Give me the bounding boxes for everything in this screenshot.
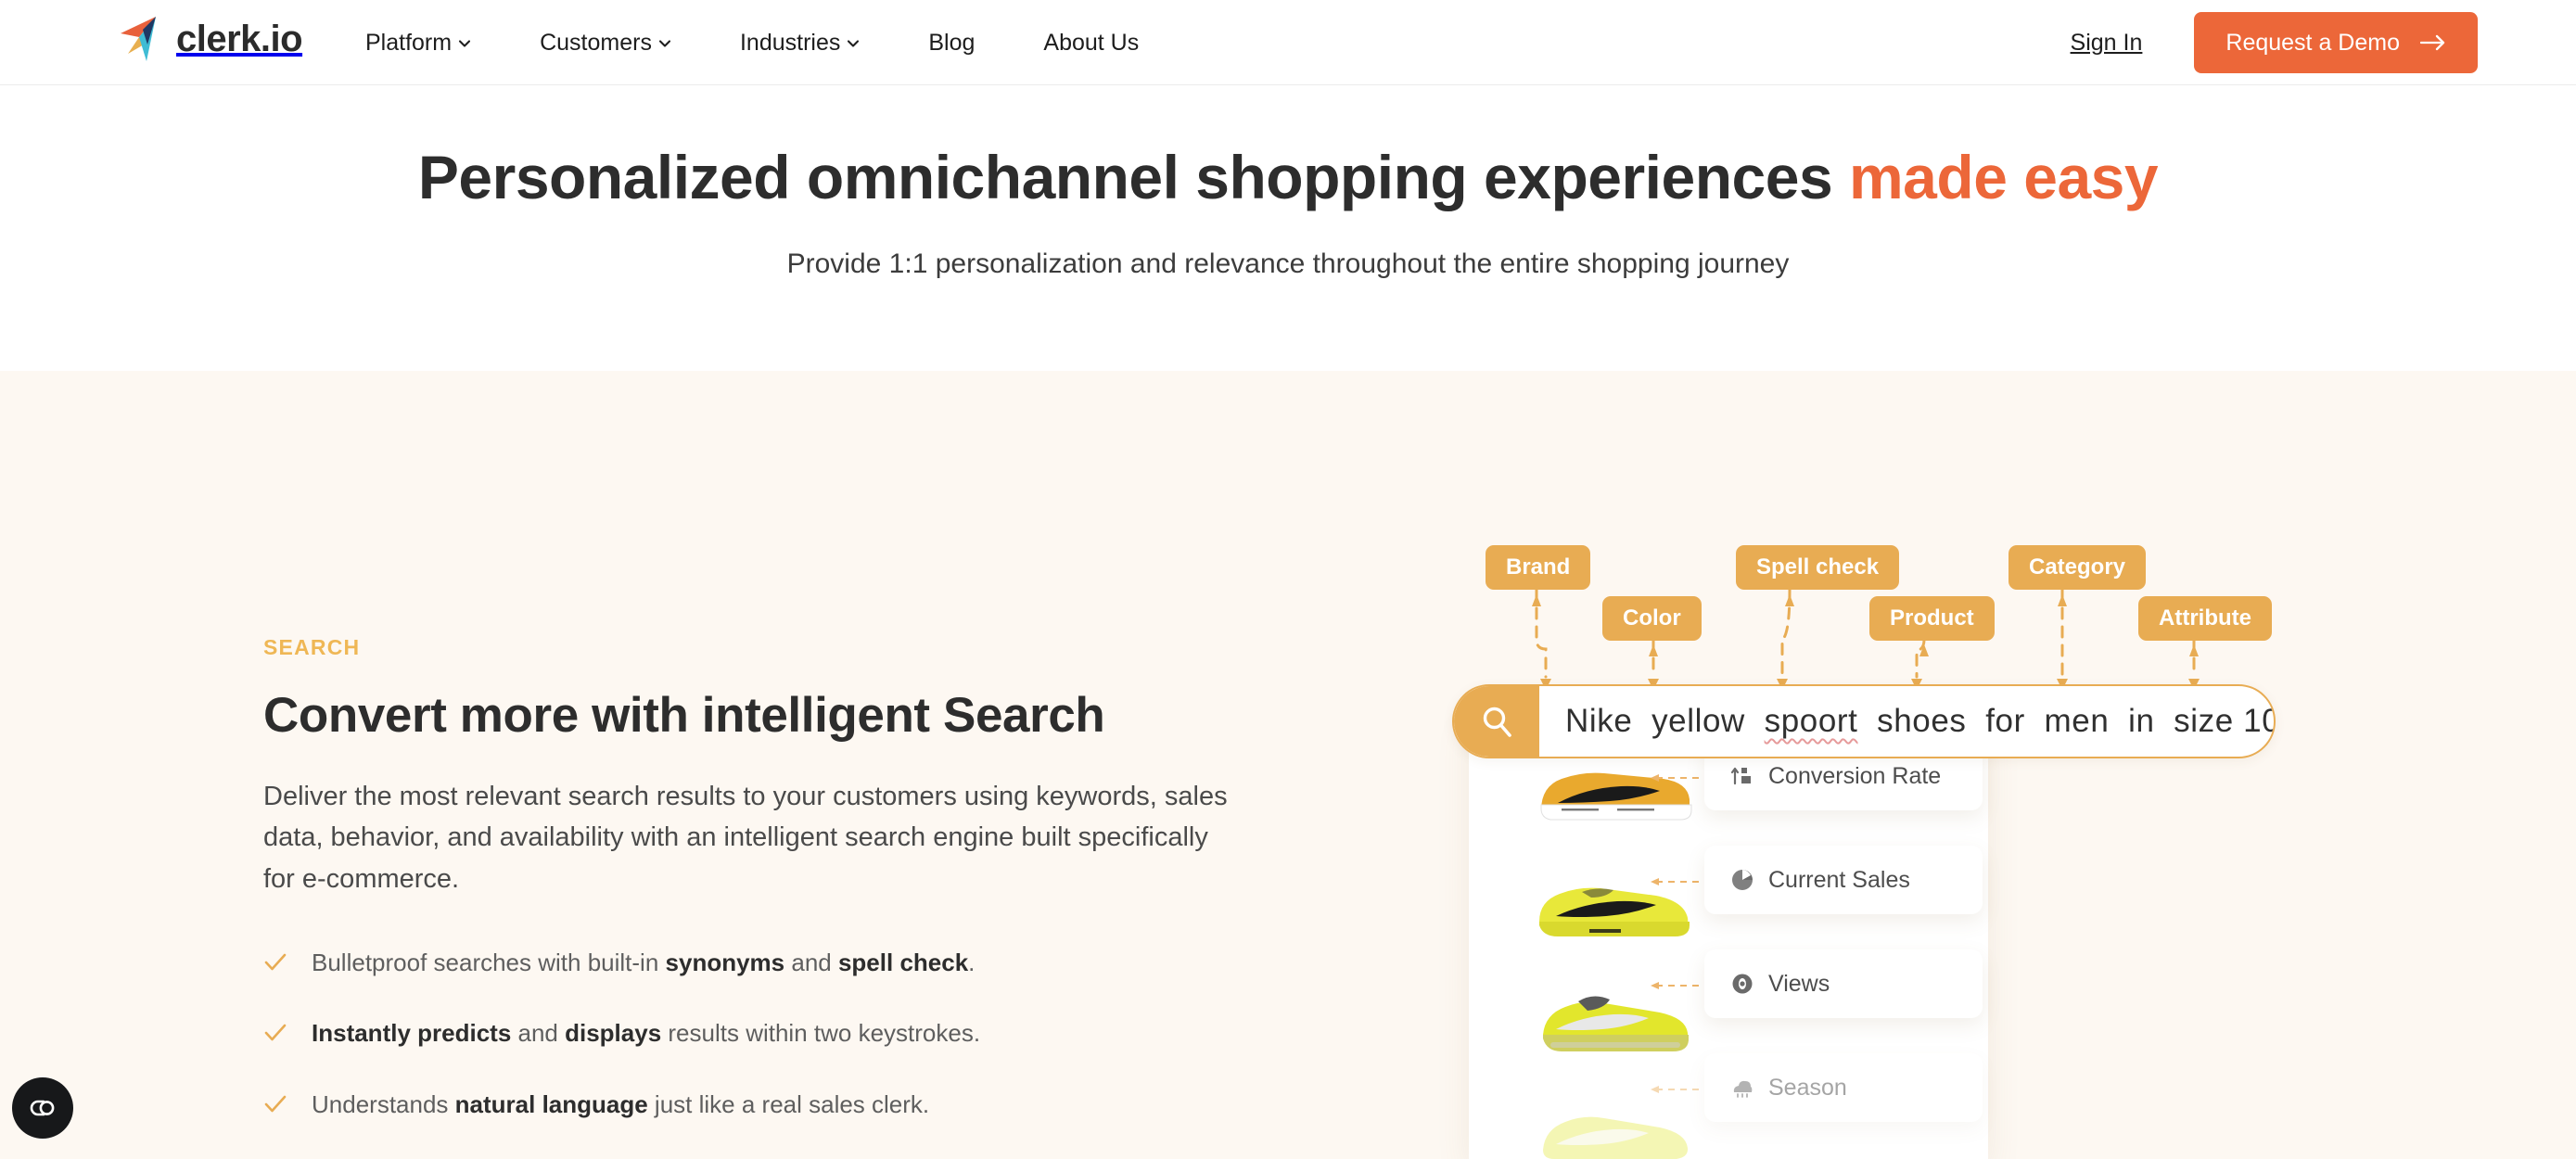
bullet-text: Bulletproof searches with built-in synon… xyxy=(312,948,976,976)
tag-color[interactable]: Color xyxy=(1602,596,1702,641)
bar-chart-up-icon xyxy=(1730,767,1751,785)
yellow-sneaker-1-image xyxy=(1540,772,1692,821)
nav-item-customers[interactable]: Customers xyxy=(540,30,671,57)
metric-card-season[interactable]: Season xyxy=(1704,1053,1983,1122)
search-query-text[interactable]: Nike yellow spoort shoes for men in size… xyxy=(1539,703,2274,740)
nav-item-label: About Us xyxy=(1043,29,1140,56)
hero-subheadline: Provide 1:1 personalization and relevanc… xyxy=(786,248,1790,279)
chevron-down-icon xyxy=(658,37,671,50)
brand-logo-link[interactable]: clerk.io xyxy=(119,13,303,65)
nav-item-blog[interactable]: Blog xyxy=(928,30,975,57)
headline-accent: made easy xyxy=(1849,143,2159,211)
nav-item-label: Blog xyxy=(928,29,976,56)
feature-description: Deliver the most relevant search results… xyxy=(263,782,1228,894)
chevron-down-icon xyxy=(458,37,471,50)
feature-title: Convert more with intelligent Search xyxy=(263,688,1105,743)
page-title: Personalized omnichannel shopping experi… xyxy=(0,143,2576,213)
feature-bullet-list: Bulletproof searches with built-in synon… xyxy=(263,948,1246,1121)
list-item: Understands natural language just like a… xyxy=(263,1089,1246,1121)
season-icon xyxy=(1733,1080,1753,1098)
feature-eyebrow: SEARCH xyxy=(263,635,361,659)
list-item[interactable] xyxy=(1524,1090,1701,1159)
metric-card-views[interactable]: Views xyxy=(1704,949,1983,1018)
check-icon xyxy=(263,1021,287,1045)
check-icon xyxy=(263,950,287,974)
nav-item-label: Platform xyxy=(365,29,453,56)
arrow-left-icon xyxy=(1651,1086,1699,1093)
search-bar[interactable]: Nike yellow spoort shoes for men in size… xyxy=(1452,684,2276,758)
list-item[interactable] xyxy=(1524,745,1701,834)
sign-in-link[interactable]: Sign In xyxy=(2071,30,2143,57)
metric-card-label: Current Sales xyxy=(1768,866,1910,893)
chevron-down-icon xyxy=(847,37,860,50)
yellow-sneaker-4-image xyxy=(1543,1116,1689,1159)
list-item: Bulletproof searches with built-in synon… xyxy=(263,948,1246,979)
page-root: clerk.io Platform Customers Industries B… xyxy=(0,0,2576,1159)
metric-card-current-sales[interactable]: Current Sales xyxy=(1704,846,1983,914)
brand-name: clerk.io xyxy=(176,19,303,59)
nav-item-label: Customers xyxy=(540,29,652,56)
tag-product[interactable]: Product xyxy=(1869,596,1995,641)
metric-card-label: Conversion Rate xyxy=(1768,762,1942,789)
primary-nav-links: Platform Customers Industries Blog About… xyxy=(365,0,1139,85)
headline-main: Personalized omnichannel shopping experi… xyxy=(417,143,1849,211)
request-demo-label: Request a Demo xyxy=(2225,29,2400,56)
feature-text-column: SEARCH Convert more with intelligent Sea… xyxy=(263,635,1246,1159)
metric-card-label: Views xyxy=(1768,970,1830,997)
arrow-left-icon xyxy=(1651,774,1699,782)
arrow-left-icon xyxy=(1651,878,1699,885)
hero-section: Personalized omnichannel shopping experi… xyxy=(0,85,2576,371)
list-item[interactable] xyxy=(1524,860,1701,949)
tag-spell-check[interactable]: Spell check xyxy=(1736,545,1900,590)
cookie-consent-icon xyxy=(30,1100,55,1116)
search-icon[interactable] xyxy=(1454,686,1539,757)
paper-plane-logo-icon xyxy=(121,17,156,61)
bullet-text: Instantly predicts and displays results … xyxy=(312,1019,981,1048)
metric-card-label: Season xyxy=(1768,1074,1847,1101)
arrow-left-icon xyxy=(1651,982,1699,989)
search-feature-section: SEARCH Convert more with intelligent Sea… xyxy=(0,371,2576,1159)
eye-icon xyxy=(1732,974,1753,994)
bullet-text: Understands natural language just like a… xyxy=(312,1090,930,1119)
nav-actions: Sign In Request a Demo xyxy=(2071,0,2478,85)
cookie-consent-button[interactable] xyxy=(12,1077,73,1139)
nav-item-about-us[interactable]: About Us xyxy=(1043,30,1139,57)
nav-item-label: Industries xyxy=(739,29,841,56)
nav-item-industries[interactable]: Industries xyxy=(740,30,860,57)
tag-attribute[interactable]: Attribute xyxy=(2138,596,2272,641)
tag-category[interactable]: Category xyxy=(2009,545,2147,590)
nav-item-platform[interactable]: Platform xyxy=(365,30,471,57)
search-illustration: Brand Color Spell check Product Category… xyxy=(1419,371,2576,1159)
yellow-sneaker-2-image xyxy=(1539,887,1690,936)
check-icon xyxy=(263,1092,287,1116)
pie-chart-icon xyxy=(1732,870,1753,890)
tag-brand[interactable]: Brand xyxy=(1486,545,1591,590)
list-item: Instantly predicts and displays results … xyxy=(263,1018,1246,1050)
misspelled-word: spoort xyxy=(1764,703,1858,739)
request-demo-button[interactable]: Request a Demo xyxy=(2194,12,2478,73)
top-navigation-bar: clerk.io Platform Customers Industries B… xyxy=(0,0,2576,85)
arrow-right-icon xyxy=(2419,31,2446,55)
